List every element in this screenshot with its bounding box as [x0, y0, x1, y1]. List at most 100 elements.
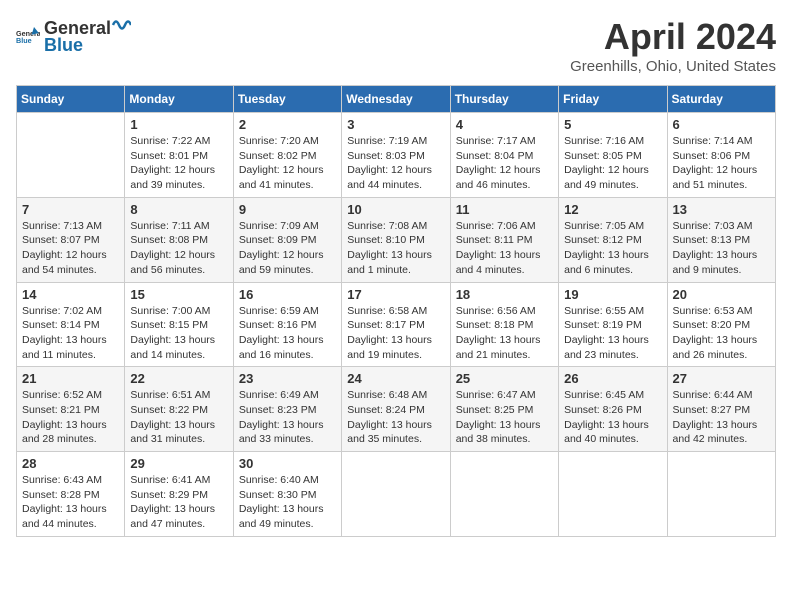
day-number: 6	[673, 117, 770, 132]
day-number: 14	[22, 287, 119, 302]
calendar-header-row: SundayMondayTuesdayWednesdayThursdayFrid…	[17, 86, 776, 113]
title-area: April 2024 Greenhills, Ohio, United Stat…	[570, 16, 776, 75]
calendar-day-cell: 10 Sunrise: 7:08 AM Sunset: 8:10 PM Dayli…	[342, 197, 450, 282]
day-number: 5	[564, 117, 661, 132]
day-number: 2	[239, 117, 336, 132]
day-info: Sunrise: 7:17 AM Sunset: 8:04 PM Dayligh…	[456, 134, 553, 193]
calendar-day-cell: 14 Sunrise: 7:02 AM Sunset: 8:14 PM Dayli…	[17, 282, 125, 367]
calendar-body: 1 Sunrise: 7:22 AM Sunset: 8:01 PM Daylig…	[17, 113, 776, 537]
calendar-day-cell	[17, 113, 125, 198]
day-info: Sunrise: 7:00 AM Sunset: 8:15 PM Dayligh…	[130, 304, 227, 363]
day-number: 1	[130, 117, 227, 132]
day-number: 10	[347, 202, 444, 217]
day-info: Sunrise: 6:53 AM Sunset: 8:20 PM Dayligh…	[673, 304, 770, 363]
calendar-day-cell: 15 Sunrise: 7:00 AM Sunset: 8:15 PM Dayli…	[125, 282, 233, 367]
calendar-table: SundayMondayTuesdayWednesdayThursdayFrid…	[16, 85, 776, 537]
calendar-day-cell: 27 Sunrise: 6:44 AM Sunset: 8:27 PM Dayli…	[667, 367, 775, 452]
svg-text:Blue: Blue	[16, 36, 32, 45]
calendar-header-cell: Friday	[559, 86, 667, 113]
day-info: Sunrise: 6:40 AM Sunset: 8:30 PM Dayligh…	[239, 473, 336, 532]
day-number: 4	[456, 117, 553, 132]
calendar-day-cell: 9 Sunrise: 7:09 AM Sunset: 8:09 PM Daylig…	[233, 197, 341, 282]
location-title: Greenhills, Ohio, United States	[570, 58, 776, 75]
calendar-header-cell: Monday	[125, 86, 233, 113]
calendar-day-cell: 11Sunrise: 7:06 AM Sunset: 8:11 PM Dayli…	[450, 197, 558, 282]
calendar-day-cell: 8 Sunrise: 7:11 AM Sunset: 8:08 PM Daylig…	[125, 197, 233, 282]
day-info: Sunrise: 6:44 AM Sunset: 8:27 PM Dayligh…	[673, 388, 770, 447]
page-header: General Blue General Blue April 2024 Gre…	[16, 16, 776, 75]
day-info: Sunrise: 6:58 AM Sunset: 8:17 PM Dayligh…	[347, 304, 444, 363]
day-info: Sunrise: 6:56 AM Sunset: 8:18 PM Dayligh…	[456, 304, 553, 363]
calendar-day-cell: 6 Sunrise: 7:14 AM Sunset: 8:06 PM Daylig…	[667, 113, 775, 198]
day-info: Sunrise: 6:49 AM Sunset: 8:23 PM Dayligh…	[239, 388, 336, 447]
day-info: Sunrise: 7:03 AM Sunset: 8:13 PM Dayligh…	[673, 219, 770, 278]
day-number: 25	[456, 371, 553, 386]
calendar-week-row: 7 Sunrise: 7:13 AM Sunset: 8:07 PM Daylig…	[17, 197, 776, 282]
calendar-week-row: 14 Sunrise: 7:02 AM Sunset: 8:14 PM Dayli…	[17, 282, 776, 367]
day-info: Sunrise: 7:20 AM Sunset: 8:02 PM Dayligh…	[239, 134, 336, 193]
day-info: Sunrise: 6:48 AM Sunset: 8:24 PM Dayligh…	[347, 388, 444, 447]
day-info: Sunrise: 7:06 AM Sunset: 8:11 PM Dayligh…	[456, 219, 553, 278]
day-number: 21	[22, 371, 119, 386]
day-info: Sunrise: 7:16 AM Sunset: 8:05 PM Dayligh…	[564, 134, 661, 193]
calendar-day-cell: 25 Sunrise: 6:47 AM Sunset: 8:25 PM Dayli…	[450, 367, 558, 452]
day-number: 24	[347, 371, 444, 386]
day-info: Sunrise: 6:52 AM Sunset: 8:21 PM Dayligh…	[22, 388, 119, 447]
calendar-day-cell: 7 Sunrise: 7:13 AM Sunset: 8:07 PM Daylig…	[17, 197, 125, 282]
day-number: 12	[564, 202, 661, 217]
day-number: 23	[239, 371, 336, 386]
calendar-day-cell: 19Sunrise: 6:55 AM Sunset: 8:19 PM Dayli…	[559, 282, 667, 367]
day-number: 19	[564, 287, 661, 302]
day-info: Sunrise: 7:13 AM Sunset: 8:07 PM Dayligh…	[22, 219, 119, 278]
day-number: 8	[130, 202, 227, 217]
day-number: 26	[564, 371, 661, 386]
logo-wave-icon	[111, 16, 131, 34]
calendar-day-cell: 5 Sunrise: 7:16 AM Sunset: 8:05 PM Daylig…	[559, 113, 667, 198]
calendar-day-cell: 29Sunrise: 6:41 AM Sunset: 8:29 PM Dayli…	[125, 452, 233, 537]
calendar-header-cell: Tuesday	[233, 86, 341, 113]
day-number: 16	[239, 287, 336, 302]
day-info: Sunrise: 7:22 AM Sunset: 8:01 PM Dayligh…	[130, 134, 227, 193]
day-number: 9	[239, 202, 336, 217]
calendar-day-cell: 18 Sunrise: 6:56 AM Sunset: 8:18 PM Dayli…	[450, 282, 558, 367]
day-number: 27	[673, 371, 770, 386]
day-info: Sunrise: 7:14 AM Sunset: 8:06 PM Dayligh…	[673, 134, 770, 193]
day-info: Sunrise: 6:47 AM Sunset: 8:25 PM Dayligh…	[456, 388, 553, 447]
month-title: April 2024	[570, 16, 776, 58]
day-info: Sunrise: 6:45 AM Sunset: 8:26 PM Dayligh…	[564, 388, 661, 447]
logo: General Blue General Blue	[16, 16, 131, 56]
day-info: Sunrise: 7:09 AM Sunset: 8:09 PM Dayligh…	[239, 219, 336, 278]
calendar-day-cell: 28Sunrise: 6:43 AM Sunset: 8:28 PM Dayli…	[17, 452, 125, 537]
day-info: Sunrise: 7:08 AM Sunset: 8:10 PM Dayligh…	[347, 219, 444, 278]
calendar-day-cell: 12 Sunrise: 7:05 AM Sunset: 8:12 PM Dayli…	[559, 197, 667, 282]
calendar-day-cell: 13 Sunrise: 7:03 AM Sunset: 8:13 PM Dayli…	[667, 197, 775, 282]
day-info: Sunrise: 7:02 AM Sunset: 8:14 PM Dayligh…	[22, 304, 119, 363]
day-info: Sunrise: 6:41 AM Sunset: 8:29 PM Dayligh…	[130, 473, 227, 532]
day-number: 18	[456, 287, 553, 302]
calendar-day-cell: 26 Sunrise: 6:45 AM Sunset: 8:26 PM Dayli…	[559, 367, 667, 452]
calendar-day-cell	[559, 452, 667, 537]
calendar-header-cell: Sunday	[17, 86, 125, 113]
calendar-day-cell: 21 Sunrise: 6:52 AM Sunset: 8:21 PM Dayli…	[17, 367, 125, 452]
calendar-day-cell	[667, 452, 775, 537]
calendar-day-cell: 22Sunrise: 6:51 AM Sunset: 8:22 PM Dayli…	[125, 367, 233, 452]
calendar-week-row: 21 Sunrise: 6:52 AM Sunset: 8:21 PM Dayli…	[17, 367, 776, 452]
day-info: Sunrise: 6:59 AM Sunset: 8:16 PM Dayligh…	[239, 304, 336, 363]
day-number: 13	[673, 202, 770, 217]
calendar-day-cell: 4 Sunrise: 7:17 AM Sunset: 8:04 PM Daylig…	[450, 113, 558, 198]
calendar-day-cell	[342, 452, 450, 537]
day-info: Sunrise: 7:19 AM Sunset: 8:03 PM Dayligh…	[347, 134, 444, 193]
calendar-day-cell: 16 Sunrise: 6:59 AM Sunset: 8:16 PM Dayli…	[233, 282, 341, 367]
calendar-week-row: 1 Sunrise: 7:22 AM Sunset: 8:01 PM Daylig…	[17, 113, 776, 198]
day-number: 17	[347, 287, 444, 302]
day-info: Sunrise: 7:05 AM Sunset: 8:12 PM Dayligh…	[564, 219, 661, 278]
day-number: 15	[130, 287, 227, 302]
day-number: 7	[22, 202, 119, 217]
day-info: Sunrise: 7:11 AM Sunset: 8:08 PM Dayligh…	[130, 219, 227, 278]
calendar-day-cell	[450, 452, 558, 537]
day-number: 3	[347, 117, 444, 132]
calendar-day-cell: 3 Sunrise: 7:19 AM Sunset: 8:03 PM Daylig…	[342, 113, 450, 198]
logo-icon: General Blue	[16, 24, 40, 48]
calendar-day-cell: 23 Sunrise: 6:49 AM Sunset: 8:23 PM Dayli…	[233, 367, 341, 452]
calendar-day-cell: 30Sunrise: 6:40 AM Sunset: 8:30 PM Dayli…	[233, 452, 341, 537]
